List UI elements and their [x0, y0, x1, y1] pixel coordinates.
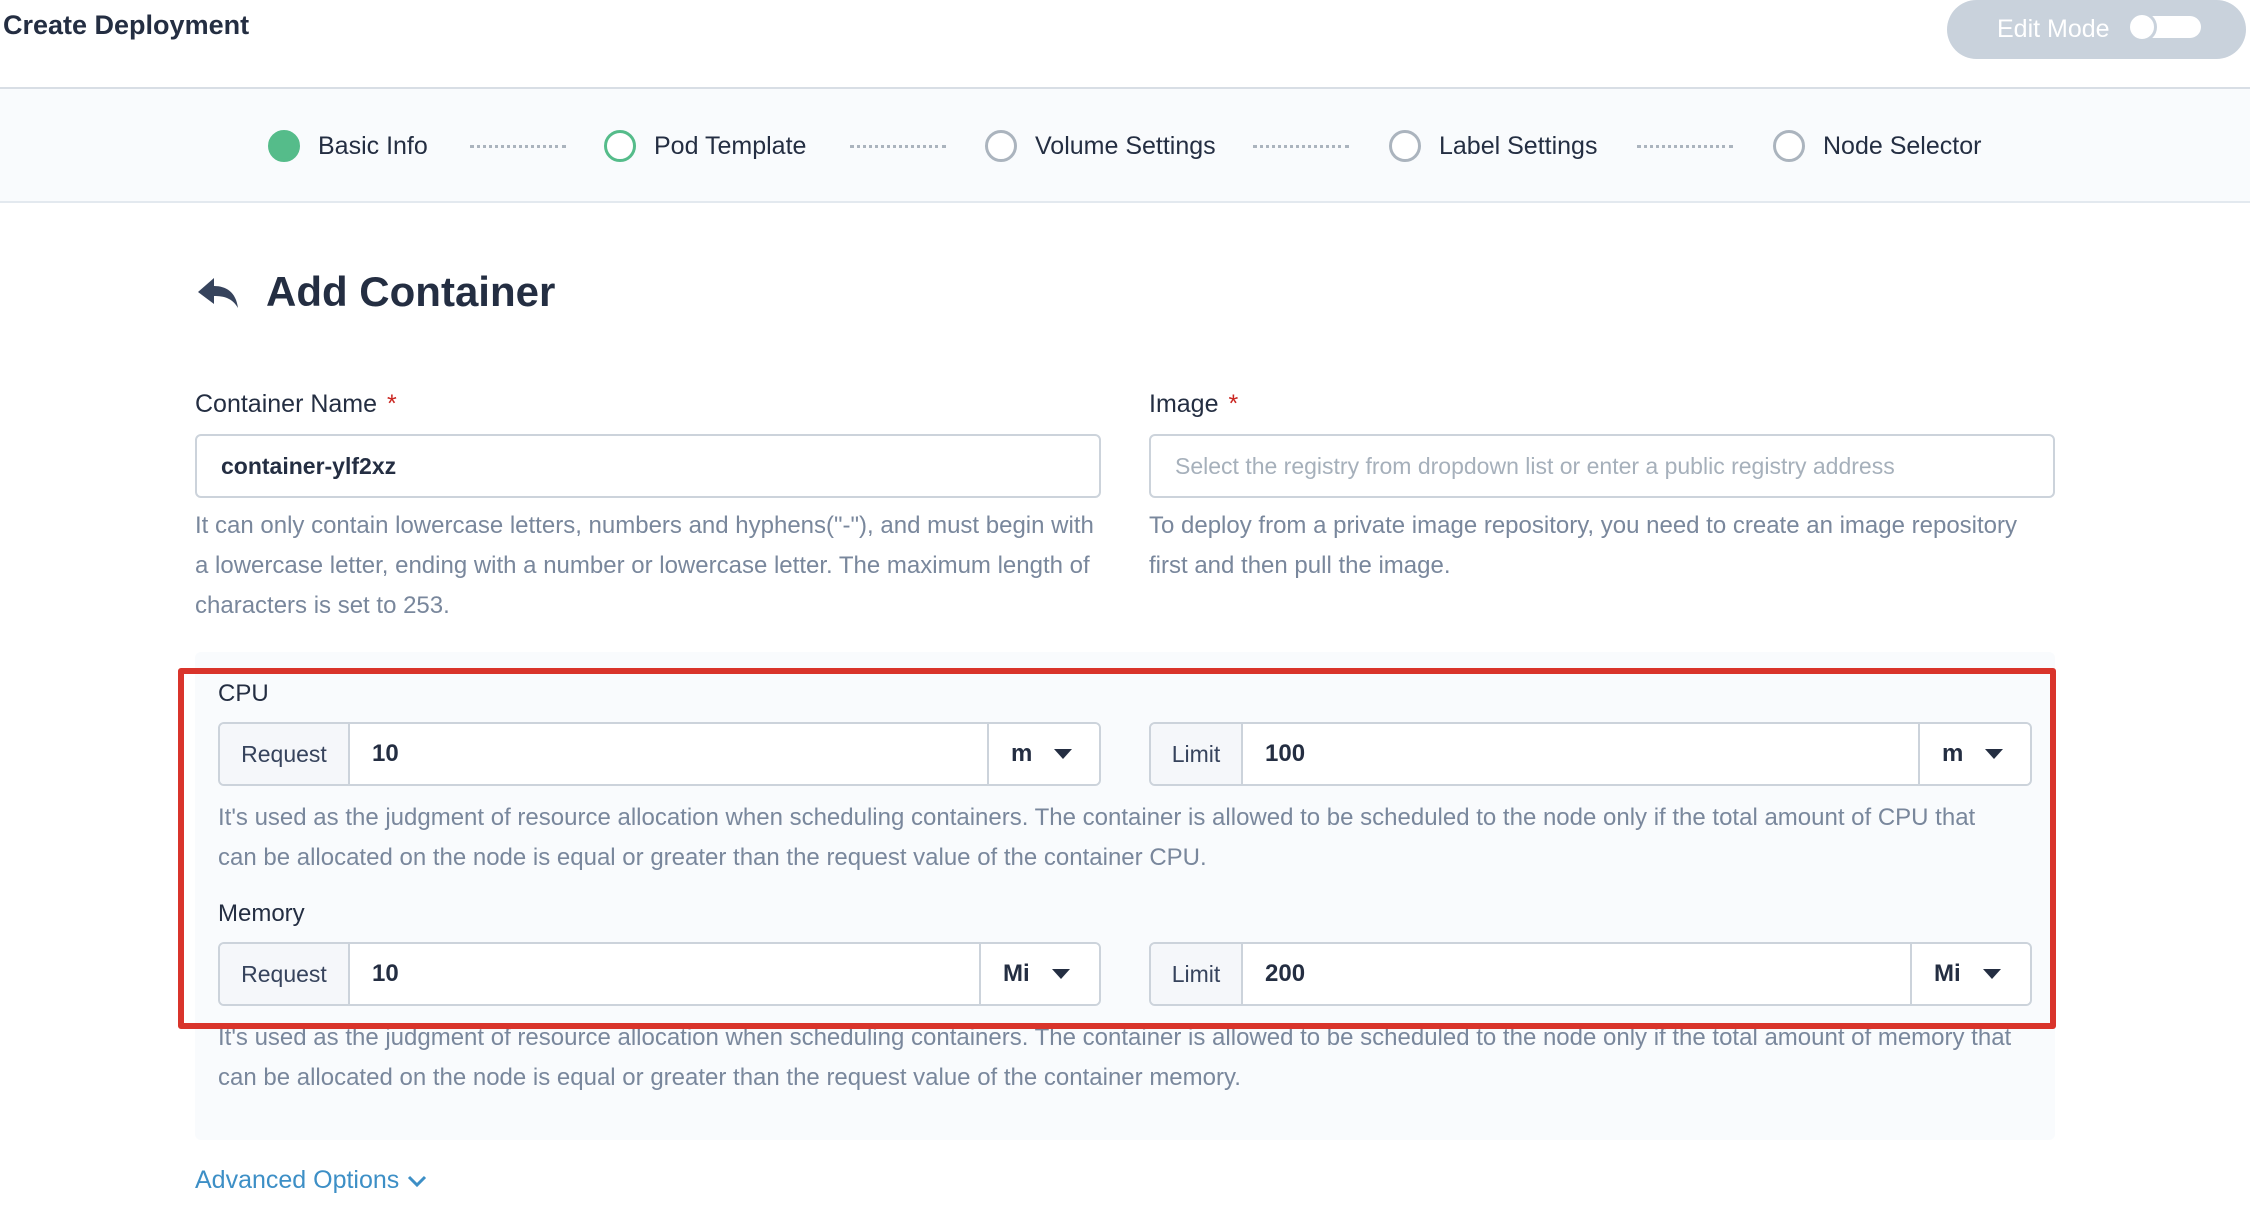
- caret-down-icon: [1051, 969, 1070, 979]
- header: Create Deployment Edit Mode: [0, 0, 2250, 89]
- caret-down-icon: [1982, 969, 2001, 979]
- edit-mode-switch[interactable]: [2127, 12, 2201, 42]
- memory-request-unit-select[interactable]: Mi: [979, 944, 1099, 1004]
- unit-value: m: [1942, 740, 1964, 767]
- memory-request-group: Request Mi: [218, 942, 1101, 1006]
- switch-knob: [2127, 12, 2157, 42]
- image-help: To deploy from a private image repositor…: [1149, 512, 2018, 579]
- step-pending-icon: [1773, 130, 1805, 162]
- step-active-icon: [604, 130, 636, 162]
- container-name-input[interactable]: [195, 434, 1101, 498]
- advanced-options-link[interactable]: Advanced Options: [195, 1166, 427, 1195]
- cpu-help: It's used as the judgment of resource al…: [218, 804, 1976, 871]
- memory-limit-unit-select[interactable]: Mi: [1910, 944, 2030, 1004]
- unit-value: Mi: [1934, 960, 1961, 987]
- image-label: Image *: [1149, 390, 1238, 419]
- step-label: Node Selector: [1823, 131, 1982, 160]
- memory-request-label: Request: [220, 944, 350, 1004]
- image-input[interactable]: [1149, 434, 2055, 498]
- image-label-text: Image: [1149, 390, 1219, 418]
- memory-limit-input[interactable]: [1243, 944, 1910, 1004]
- required-mark: *: [1228, 390, 1239, 418]
- back-arrow-icon[interactable]: [196, 274, 240, 314]
- step-label-settings[interactable]: Label Settings: [1389, 89, 1597, 203]
- section-title: Add Container: [266, 268, 556, 315]
- cpu-request-group: Request m: [218, 722, 1101, 786]
- unit-value: m: [1011, 740, 1033, 767]
- chevron-down-icon: [408, 1175, 427, 1187]
- step-basic-info[interactable]: Basic Info: [268, 89, 428, 203]
- unit-value: Mi: [1003, 960, 1030, 987]
- memory-help: It's used as the judgment of resource al…: [218, 1024, 2012, 1091]
- advanced-options-label: Advanced Options: [195, 1166, 400, 1194]
- memory-request-input[interactable]: [350, 944, 979, 1004]
- cpu-limit-input[interactable]: [1243, 724, 1918, 784]
- container-name-help: It can only contain lowercase letters, n…: [195, 512, 1094, 619]
- step-pending-icon: [985, 130, 1017, 162]
- step-connector: [850, 145, 946, 148]
- step-connector: [1253, 145, 1349, 148]
- cpu-limit-label: Limit: [1151, 724, 1243, 784]
- caret-down-icon: [1985, 749, 2004, 759]
- cpu-label: CPU: [218, 680, 269, 707]
- cpu-limit-unit-select[interactable]: m: [1918, 724, 2030, 784]
- step-label: Label Settings: [1439, 131, 1598, 160]
- step-volume-settings[interactable]: Volume Settings: [985, 89, 1216, 203]
- container-name-label: Container Name *: [195, 390, 397, 419]
- step-pending-icon: [1389, 130, 1421, 162]
- step-pod-template[interactable]: Pod Template: [604, 89, 806, 203]
- container-name-label-text: Container Name: [195, 390, 378, 418]
- step-done-icon: [268, 130, 300, 162]
- required-mark: *: [387, 390, 397, 418]
- step-label: Volume Settings: [1035, 131, 1216, 160]
- step-indicator: Basic Info Pod Template Volume Settings …: [0, 89, 2250, 203]
- caret-down-icon: [1054, 749, 1073, 759]
- memory-limit-group: Limit Mi: [1149, 942, 2032, 1006]
- cpu-request-label: Request: [220, 724, 350, 784]
- edit-mode-label: Edit Mode: [1997, 15, 2110, 43]
- step-node-selector[interactable]: Node Selector: [1773, 89, 1981, 203]
- step-label: Basic Info: [318, 131, 428, 160]
- edit-mode-toggle[interactable]: Edit Mode: [1947, 0, 2246, 59]
- cpu-request-unit-select[interactable]: m: [987, 724, 1099, 784]
- step-connector: [1637, 145, 1733, 148]
- memory-label: Memory: [218, 900, 305, 927]
- page-title: Create Deployment: [3, 10, 250, 40]
- create-deployment-page: Create Deployment Edit Mode Basic Info P…: [0, 0, 2250, 1222]
- memory-limit-label: Limit: [1151, 944, 1243, 1004]
- step-label: Pod Template: [654, 131, 807, 160]
- step-connector: [470, 145, 566, 148]
- cpu-limit-group: Limit m: [1149, 722, 2032, 786]
- cpu-request-input[interactable]: [350, 724, 987, 784]
